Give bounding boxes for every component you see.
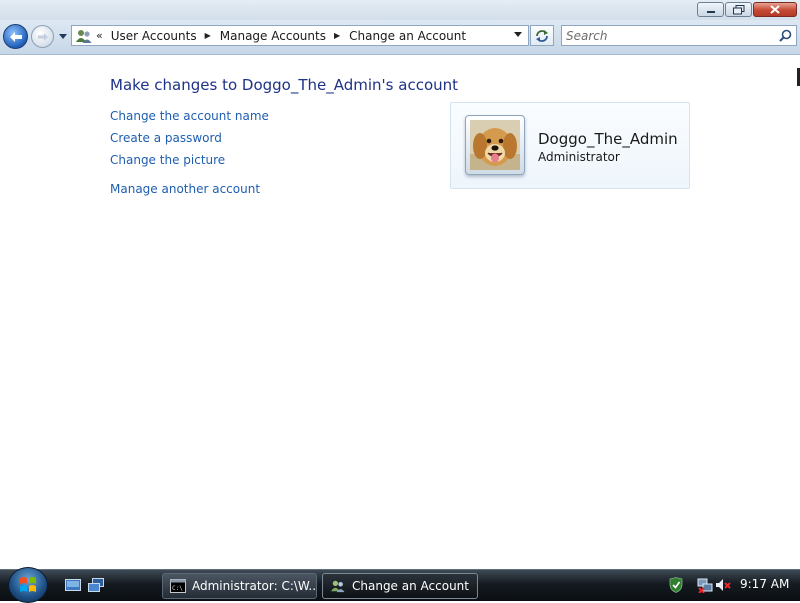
forward-button[interactable] — [31, 25, 54, 48]
account-tile: Doggo_The_Admin Administrator — [450, 102, 690, 189]
address-dropdown-icon[interactable] — [514, 32, 522, 37]
recent-pages-button[interactable] — [58, 32, 67, 41]
breadcrumb-separator-icon[interactable]: ▶ — [334, 31, 340, 40]
minimize-button[interactable] — [697, 2, 724, 17]
breadcrumb-manage-accounts[interactable]: Manage Accounts — [220, 29, 326, 43]
minimize-icon — [706, 10, 715, 13]
account-name: Doggo_The_Admin — [538, 130, 678, 148]
refresh-icon — [536, 29, 548, 42]
caption-buttons — [697, 2, 797, 17]
avatar — [465, 115, 525, 175]
breadcrumb-user-accounts[interactable]: User Accounts — [111, 29, 197, 43]
search-input[interactable] — [566, 28, 766, 43]
golden-retriever-avatar — [470, 120, 520, 170]
address-bar[interactable]: « User Accounts ▶ Manage Accounts ▶ Chan… — [71, 25, 529, 46]
change-picture-link[interactable]: Change the picture — [110, 153, 225, 167]
title-bar[interactable] — [0, 0, 800, 20]
close-button[interactable] — [753, 2, 797, 17]
taskbar-button-command-prompt[interactable]: C:\ Administrator: C:\W... — [162, 573, 317, 599]
account-type: Administrator — [538, 150, 620, 164]
switch-windows-icon[interactable] — [88, 578, 104, 592]
maximize-button[interactable] — [725, 2, 752, 17]
breadcrumb-overflow[interactable]: « — [96, 29, 103, 42]
volume-muted-icon[interactable] — [715, 577, 731, 593]
network-disconnected-icon[interactable] — [697, 577, 713, 593]
search-icon[interactable] — [779, 29, 792, 42]
command-prompt-icon: C:\ — [170, 579, 186, 593]
breadcrumb-change-account[interactable]: Change an Account — [349, 29, 466, 43]
close-icon — [770, 5, 780, 14]
back-arrow-icon — [9, 31, 22, 42]
create-password-link[interactable]: Create a password — [110, 131, 222, 145]
user-accounts-icon — [76, 29, 92, 43]
taskbar-button-label: Administrator: C:\W... — [192, 579, 317, 593]
start-button[interactable] — [8, 567, 48, 603]
taskbar-button-label: Change an Account — [352, 579, 469, 593]
change-account-window: « User Accounts ▶ Manage Accounts ▶ Chan… — [0, 0, 800, 569]
change-account-name-link[interactable]: Change the account name — [110, 109, 269, 123]
taskbar: C:\ Administrator: C:\W... Change an Acc… — [0, 567, 800, 603]
update-shield-icon[interactable] — [668, 577, 684, 593]
back-button[interactable] — [3, 24, 28, 49]
svg-text:C:\: C:\ — [172, 585, 183, 592]
taskbar-button-change-account[interactable]: Change an Account — [322, 573, 478, 599]
breadcrumb-separator-icon[interactable]: ▶ — [205, 31, 211, 40]
show-desktop-icon[interactable] — [65, 578, 81, 592]
forward-arrow-icon — [37, 32, 48, 41]
restore-icon — [732, 4, 744, 14]
page-title: Make changes to Doggo_The_Admin's accoun… — [110, 76, 459, 94]
refresh-button[interactable] — [530, 25, 554, 46]
windows-start-orb-icon — [20, 577, 36, 592]
navigation-bar: « User Accounts ▶ Manage Accounts ▶ Chan… — [0, 20, 800, 55]
search-box[interactable] — [561, 25, 797, 46]
chevron-down-icon — [58, 34, 67, 39]
taskbar-clock[interactable]: 9:17 AM — [740, 577, 789, 591]
manage-another-account-link[interactable]: Manage another account — [110, 182, 260, 196]
user-accounts-icon — [331, 580, 345, 593]
